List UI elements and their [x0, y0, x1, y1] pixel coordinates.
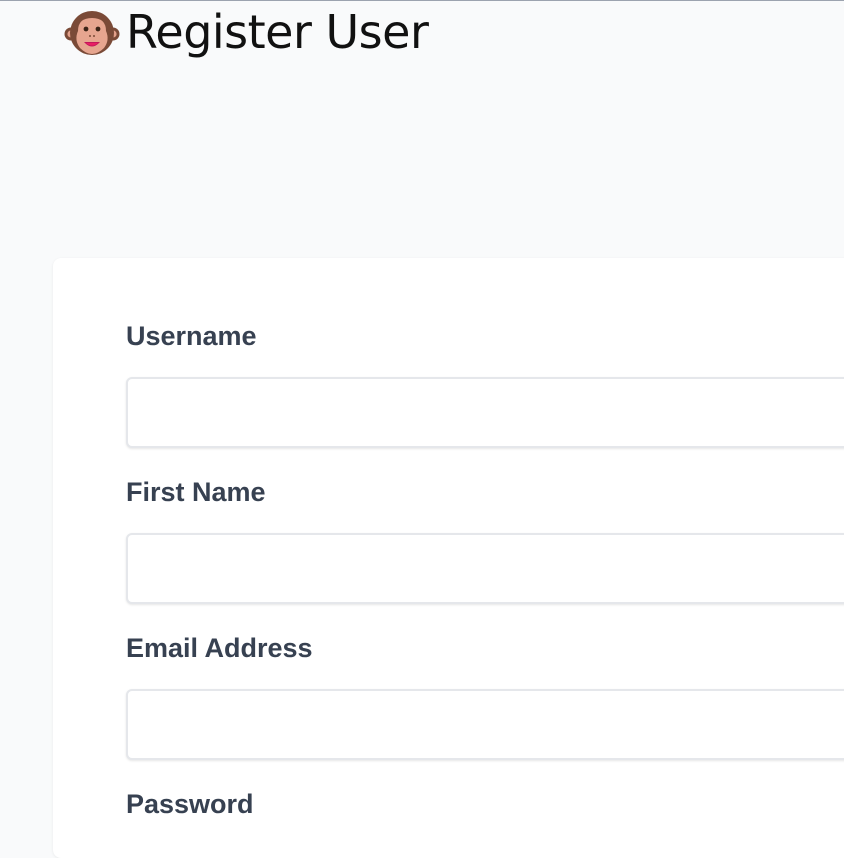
first-name-label: First Name [126, 477, 266, 507]
email-address-label: Email Address [126, 633, 313, 663]
email-address-input[interactable] [126, 689, 844, 760]
top-divider [0, 0, 844, 1]
first-name-input[interactable] [126, 533, 844, 604]
username-input[interactable] [126, 377, 844, 448]
page-header: Register User [64, 4, 429, 60]
username-label: Username [126, 321, 257, 351]
page-title: Register User [126, 5, 429, 59]
monkey-face-icon [64, 11, 120, 55]
password-label: Password [126, 789, 254, 819]
